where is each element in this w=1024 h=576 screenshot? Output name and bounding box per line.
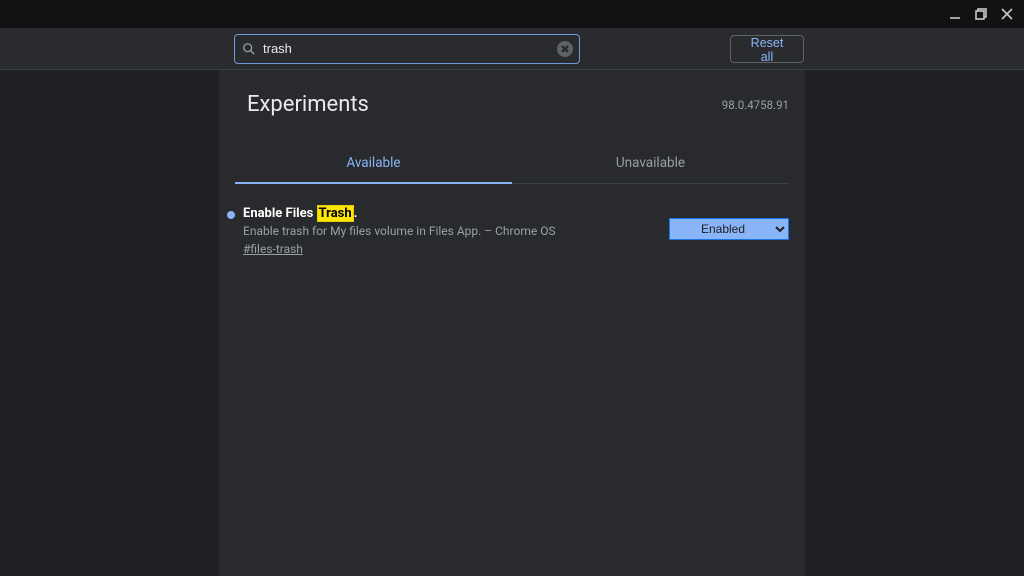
version-label: 98.0.4758.91 — [722, 98, 789, 112]
main-content: Experiments 98.0.4758.91 Available Unava… — [219, 70, 805, 576]
modified-dot-icon — [227, 211, 235, 219]
experiment-title-highlight: Trash — [317, 205, 354, 222]
clear-search-icon[interactable] — [557, 41, 573, 57]
experiment-description: Enable trash for My files volume in File… — [243, 224, 661, 238]
search-icon — [241, 41, 257, 57]
experiments-list: Enable Files Trash. Enable trash for My … — [219, 184, 805, 257]
tab-unavailable[interactable]: Unavailable — [512, 145, 789, 183]
minimize-icon[interactable] — [944, 3, 966, 25]
toolbar: Reset all — [0, 28, 1024, 70]
search-box[interactable] — [234, 34, 580, 64]
close-icon[interactable] — [996, 3, 1018, 25]
experiment-title-suffix: . — [354, 206, 358, 221]
window-controls-bar — [0, 0, 1024, 28]
experiment-row: Enable Files Trash. Enable trash for My … — [227, 206, 789, 257]
page-title: Experiments — [247, 92, 369, 117]
experiment-hash-link[interactable]: #files-trash — [243, 242, 303, 256]
tabs: Available Unavailable — [235, 145, 789, 184]
experiment-title-prefix: Enable Files — [243, 206, 317, 221]
tab-available[interactable]: Available — [235, 145, 512, 183]
reset-all-button[interactable]: Reset all — [730, 35, 804, 63]
search-input[interactable] — [257, 41, 557, 56]
restore-icon[interactable] — [970, 3, 992, 25]
experiment-title: Enable Files Trash. — [243, 206, 661, 221]
experiment-state-select[interactable]: DefaultEnabledDisabled — [669, 218, 789, 240]
